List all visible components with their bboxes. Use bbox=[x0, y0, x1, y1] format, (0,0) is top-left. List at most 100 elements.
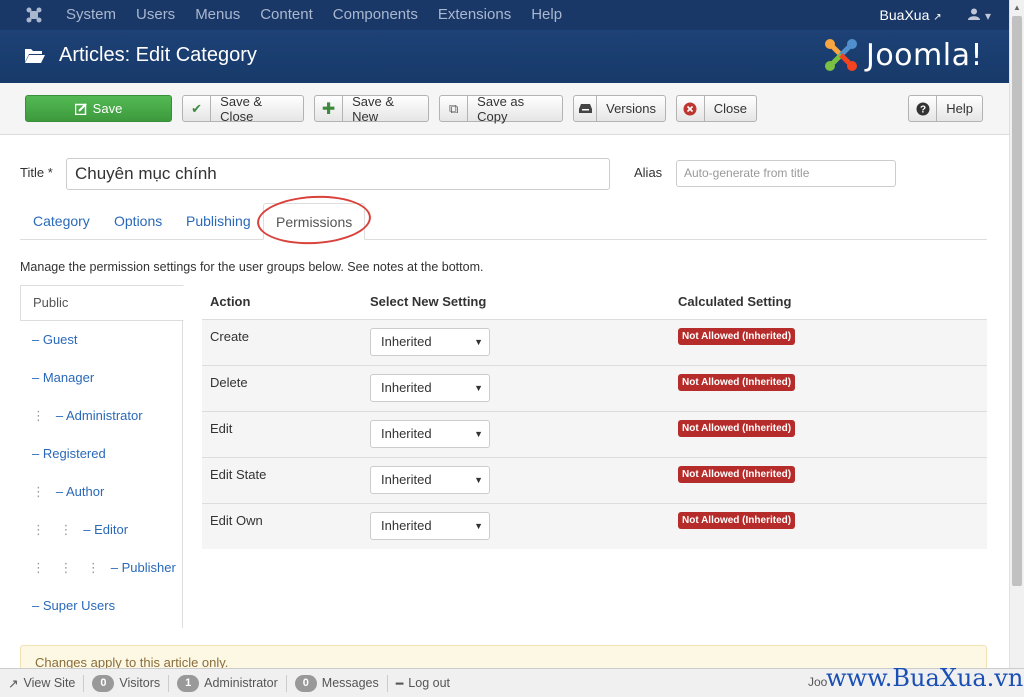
group-manager[interactable]: – Manager bbox=[20, 359, 183, 397]
save-new-button[interactable]: ✚ Save & New bbox=[314, 93, 429, 124]
logout-link[interactable]: ━ Log out bbox=[388, 675, 458, 692]
status-badge: Not Allowed (Inherited) bbox=[678, 328, 796, 345]
menu-content[interactable]: Content bbox=[250, 0, 323, 30]
group-label: – Editor bbox=[83, 522, 129, 537]
close-label: Close bbox=[713, 101, 747, 116]
group-guest[interactable]: – Guest bbox=[20, 321, 183, 359]
table-row: Edit State Inherited ▼ Not Allowed (Inher… bbox=[202, 457, 987, 503]
group-label: – Super Users bbox=[32, 598, 116, 613]
watermark: www.BuaXua.vn bbox=[826, 664, 1024, 692]
select-value: Inherited bbox=[381, 472, 432, 487]
alias-label: Alias bbox=[634, 165, 663, 180]
table-row: Edit Own Inherited ▼ Not Allowed (Inherit… bbox=[202, 503, 987, 549]
group-editor[interactable]: ⋮ ⋮ – Editor bbox=[20, 511, 183, 549]
joomla-menu-icon[interactable] bbox=[20, 1, 48, 29]
minus-icon: ━ bbox=[395, 676, 404, 691]
group-public[interactable]: Public bbox=[20, 285, 184, 321]
question-icon: ? bbox=[909, 96, 938, 121]
setting-select[interactable]: Inherited ▼ bbox=[370, 374, 490, 402]
menu-help[interactable]: Help bbox=[521, 0, 572, 30]
status-badge: Not Allowed (Inherited) bbox=[678, 374, 796, 391]
action-name: Edit bbox=[210, 421, 233, 436]
footer-text: Joo bbox=[808, 675, 828, 689]
admin-count: 1 bbox=[177, 674, 200, 692]
setting-select[interactable]: Inherited ▼ bbox=[370, 512, 490, 540]
group-administrator[interactable]: ⋮ – Administrator bbox=[20, 397, 183, 435]
title-input[interactable]: Chuyên mục chính bbox=[66, 158, 610, 190]
tree-indent: ⋮ bbox=[32, 484, 45, 499]
menu-users[interactable]: Users bbox=[126, 0, 185, 30]
save-new-label: Save & New bbox=[352, 93, 395, 124]
joomla-logo: Joomla! bbox=[822, 36, 983, 74]
plus-icon: ✚ bbox=[315, 96, 344, 121]
table-row: Delete Inherited ▼ Not Allowed (Inherited… bbox=[202, 365, 987, 411]
scroll-up-icon[interactable]: ▲ bbox=[1013, 3, 1021, 12]
view-site-label: View Site bbox=[23, 676, 76, 690]
folder-open-icon bbox=[24, 46, 46, 67]
page-header: Articles: Edit Category Joomla! bbox=[0, 30, 1009, 83]
caret-down-icon: ▼ bbox=[474, 337, 483, 347]
group-label: Public bbox=[33, 295, 69, 310]
logout-label: Log out bbox=[408, 676, 451, 690]
setting-select[interactable]: Inherited ▼ bbox=[370, 466, 490, 494]
administrator-label: Administrator bbox=[204, 676, 278, 690]
menu-system[interactable]: System bbox=[56, 0, 126, 30]
header-calculated: Calculated Setting bbox=[678, 294, 792, 309]
group-author[interactable]: ⋮ – Author bbox=[20, 473, 183, 511]
group-label: – Guest bbox=[32, 332, 78, 347]
visitors-count: 0 bbox=[92, 674, 115, 692]
user-icon[interactable]: ▾ bbox=[967, 8, 991, 23]
save-label: Save bbox=[92, 101, 123, 116]
site-name: BuaXua bbox=[879, 7, 930, 23]
tab-publishing[interactable]: Publishing bbox=[186, 203, 251, 240]
status-badge: Not Allowed (Inherited) bbox=[678, 420, 796, 437]
messages-link[interactable]: 0 Messages bbox=[287, 674, 388, 692]
status-badge: Not Allowed (Inherited) bbox=[678, 512, 796, 529]
tab-category[interactable]: Category bbox=[33, 203, 90, 240]
copy-icon: ⧉ bbox=[440, 96, 469, 121]
tree-indent: ⋮ ⋮ bbox=[32, 522, 73, 537]
site-link[interactable]: BuaXua ↗ bbox=[880, 7, 942, 23]
scroll-thumb[interactable] bbox=[1012, 16, 1022, 586]
group-registered[interactable]: – Registered bbox=[20, 435, 183, 473]
group-publisher[interactable]: ⋮ ⋮ ⋮ – Publisher bbox=[20, 549, 183, 587]
group-label: – Publisher bbox=[110, 560, 176, 575]
visitors-link[interactable]: 0 Visitors bbox=[84, 674, 170, 692]
help-button[interactable]: ? Help bbox=[908, 95, 983, 122]
save-copy-button[interactable]: ⧉ Save as Copy bbox=[439, 94, 563, 124]
action-name: Edit Own bbox=[210, 513, 263, 528]
alias-input[interactable]: Auto-generate from title bbox=[676, 160, 896, 187]
group-label: – Registered bbox=[32, 446, 106, 461]
group-super-users[interactable]: – Super Users bbox=[20, 587, 183, 625]
external-link-icon: ↗ bbox=[933, 12, 942, 23]
menu-extensions[interactable]: Extensions bbox=[428, 0, 521, 30]
action-name: Create bbox=[210, 329, 250, 344]
tab-options[interactable]: Options bbox=[114, 203, 162, 240]
toolbar: Save ✔ Save & Close ✚ Save & New ⧉ Save … bbox=[0, 83, 1009, 135]
top-navbar: System Users Menus Content Components Ex… bbox=[0, 0, 1009, 30]
table-row: Create Inherited ▼ Not Allowed (Inherited… bbox=[202, 319, 987, 365]
administrator-link[interactable]: 1 Administrator bbox=[169, 674, 287, 692]
select-value: Inherited bbox=[381, 334, 432, 349]
versions-button[interactable]: Versions bbox=[573, 95, 666, 122]
permissions-description: Manage the permission settings for the u… bbox=[20, 260, 484, 274]
header-action: Action bbox=[210, 294, 251, 309]
menu-components[interactable]: Components bbox=[323, 0, 428, 30]
messages-label: Messages bbox=[321, 676, 379, 690]
archive-icon bbox=[574, 96, 598, 121]
vertical-scrollbar[interactable]: ▲ bbox=[1009, 0, 1024, 668]
setting-select[interactable]: Inherited ▼ bbox=[370, 420, 490, 448]
select-value: Inherited bbox=[381, 380, 432, 395]
save-button[interactable]: Save bbox=[25, 95, 172, 122]
group-label: – Author bbox=[55, 484, 105, 499]
save-close-button[interactable]: ✔ Save & Close bbox=[182, 94, 304, 124]
external-link-icon: ↗ bbox=[8, 676, 19, 691]
tab-bar: Category Options Publishing Permissions bbox=[20, 203, 987, 240]
action-name: Edit State bbox=[210, 467, 267, 482]
check-icon: ✔ bbox=[183, 96, 212, 121]
menu-menus[interactable]: Menus bbox=[185, 0, 250, 30]
setting-select[interactable]: Inherited ▼ bbox=[370, 328, 490, 356]
view-site-link[interactable]: ↗ View Site bbox=[0, 674, 85, 692]
user-groups-list: Public – Guest – Manager ⋮ – Administrat… bbox=[20, 285, 184, 628]
close-button[interactable]: Close bbox=[676, 95, 757, 122]
